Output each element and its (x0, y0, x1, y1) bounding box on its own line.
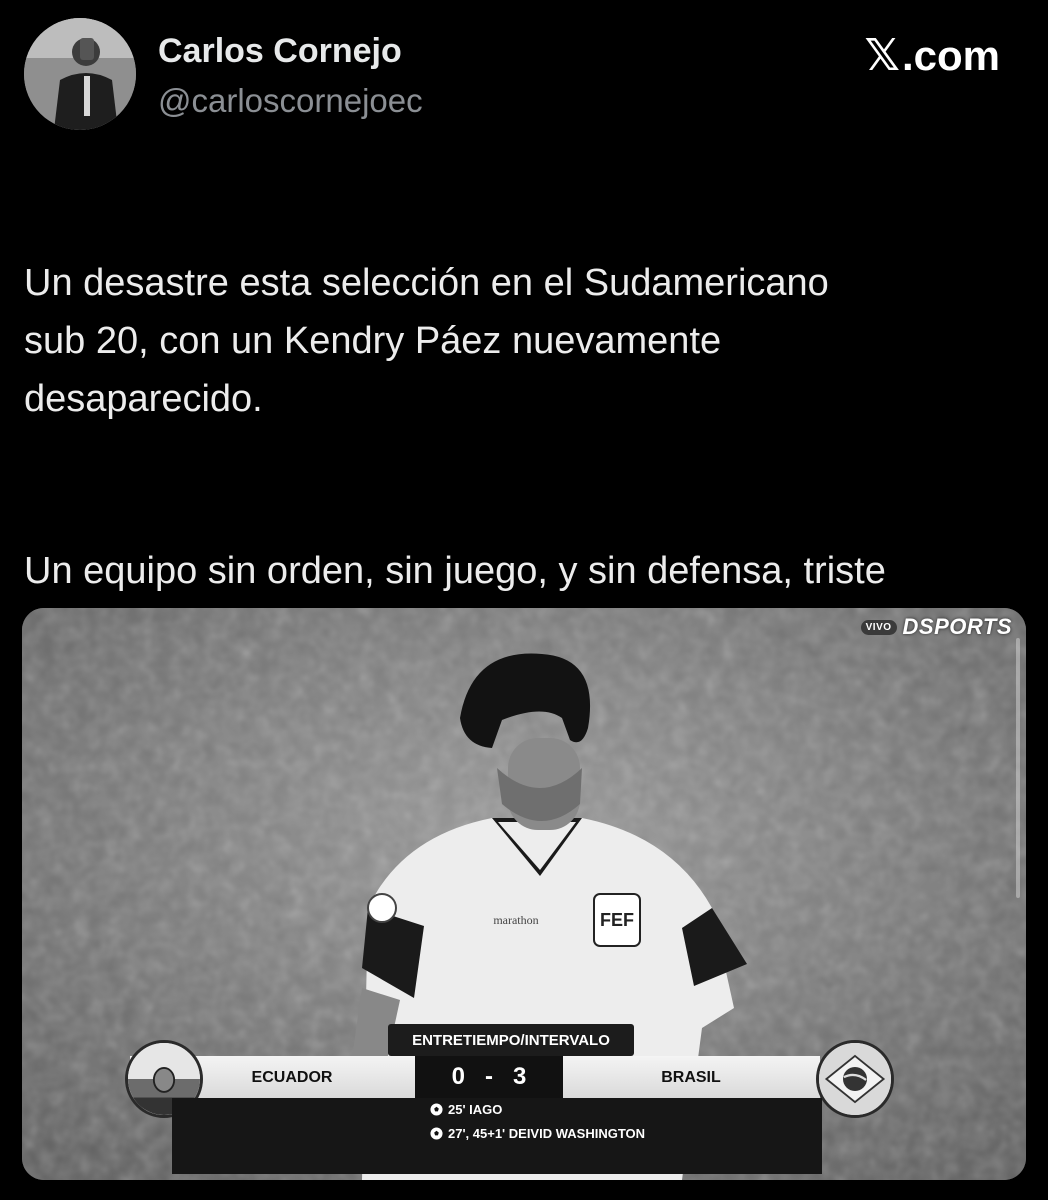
channel-logo: DSPORTS (902, 614, 1012, 639)
svg-text:FEF: FEF (600, 910, 634, 930)
live-tag: VIVO (860, 619, 897, 635)
brand-label: .com (901, 31, 1000, 79)
soccer-ball-icon (430, 1127, 443, 1140)
score-box: 0 - 3 (415, 1056, 563, 1098)
live-badge: VIVO DSPORTS (860, 614, 1012, 640)
author-name[interactable]: Carlos Cornejo (158, 32, 402, 71)
match-period: ENTRETIEMPO/INTERVALO (388, 1024, 634, 1056)
overlay-edge (1016, 638, 1020, 898)
home-team-name: ECUADOR (251, 1069, 333, 1086)
scorer-row: 25' IAGO (430, 1102, 502, 1117)
author-handle[interactable]: @carloscornejoec (158, 82, 423, 120)
tweet-media-image[interactable]: FEF marathon VIVO DSPORTS ENTRETIEMPO/IN… (22, 608, 1026, 1180)
scorer-text: 27', 45+1' DEIVID WASHINGTON (448, 1126, 646, 1141)
scorer-row: 27', 45+1' DEIVID WASHINGTON (430, 1126, 645, 1141)
svg-text:marathon: marathon (493, 913, 538, 927)
x-brand: 𝕏 .com (865, 30, 1000, 81)
x-logo-icon: 𝕏 (864, 30, 900, 81)
score-separator: - (485, 1063, 493, 1090)
away-team-name: BRASIL (661, 1069, 721, 1086)
soccer-ball-icon (430, 1103, 443, 1116)
brazil-flag-icon (816, 1040, 894, 1118)
home-score: 0 (451, 1063, 465, 1090)
tweet-paragraph: Un desastre esta selección en el Sudamer… (24, 262, 829, 420)
author-avatar[interactable] (24, 18, 136, 130)
scorer-text: 25' IAGO (448, 1102, 503, 1117)
away-score: 3 (513, 1063, 527, 1090)
